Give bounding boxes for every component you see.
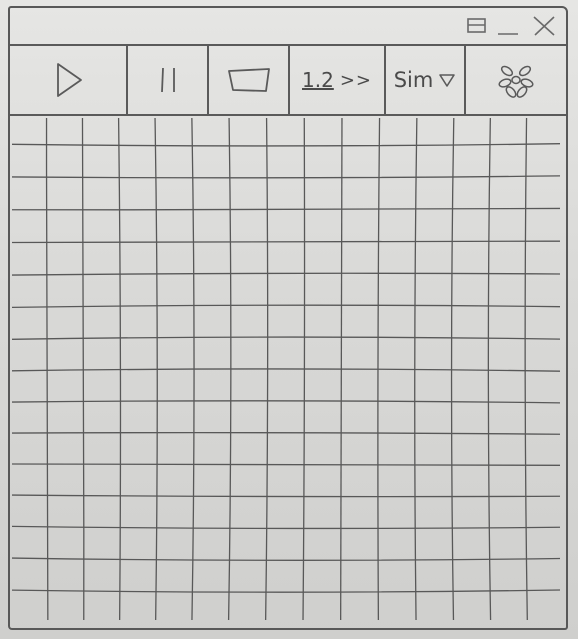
simulation-grid[interactable] [10, 114, 566, 628]
grid-column-line [45, 117, 49, 621]
grid-column-line [450, 117, 455, 621]
close-icon [533, 16, 555, 36]
close-button[interactable] [528, 14, 560, 38]
pause-icon [160, 67, 175, 93]
grid-row-line [11, 368, 561, 372]
pause-button[interactable] [128, 46, 209, 114]
stop-button[interactable] [209, 46, 290, 114]
grid-row-line [11, 557, 561, 561]
grid-row-line [11, 272, 561, 276]
grid-row-line [11, 525, 561, 530]
grid-column-line [81, 117, 85, 621]
grid-column-line [524, 117, 528, 621]
grid-row-line [11, 175, 561, 179]
grid-row-line [11, 589, 561, 593]
restore-icon [467, 18, 486, 33]
title-bar [10, 8, 566, 44]
grid-row-line [11, 304, 561, 309]
grid-column-line [487, 117, 492, 621]
speed-control[interactable]: 1.2 >> [290, 46, 386, 114]
grid-lines [11, 117, 561, 621]
grid-row-line [11, 431, 561, 435]
grid-row-line [11, 207, 561, 211]
minimize-button[interactable] [494, 14, 522, 38]
restore-button[interactable] [462, 14, 492, 38]
sim-label: Sim [393, 68, 434, 92]
flower-icon [498, 65, 534, 98]
grid-row-line [11, 494, 561, 498]
grid-row-line [11, 463, 561, 466]
sim-dropdown[interactable]: Sim [386, 46, 466, 114]
stop-icon [227, 68, 270, 92]
speed-value: 1.2 [302, 68, 334, 92]
triangle-down-icon [439, 74, 456, 87]
grid-row-line [11, 143, 561, 147]
play-icon [57, 63, 82, 97]
grid-row-line [11, 336, 561, 340]
toolbar: 1.2 >> Sim [10, 44, 566, 116]
minimize-icon [498, 33, 518, 35]
grid-row-line [11, 400, 561, 404]
fast-forward-label: >> [339, 69, 372, 91]
app-window: 1.2 >> Sim [8, 6, 568, 630]
flower-button[interactable] [466, 46, 566, 114]
play-button[interactable] [10, 46, 128, 114]
grid-row-line [11, 240, 561, 244]
